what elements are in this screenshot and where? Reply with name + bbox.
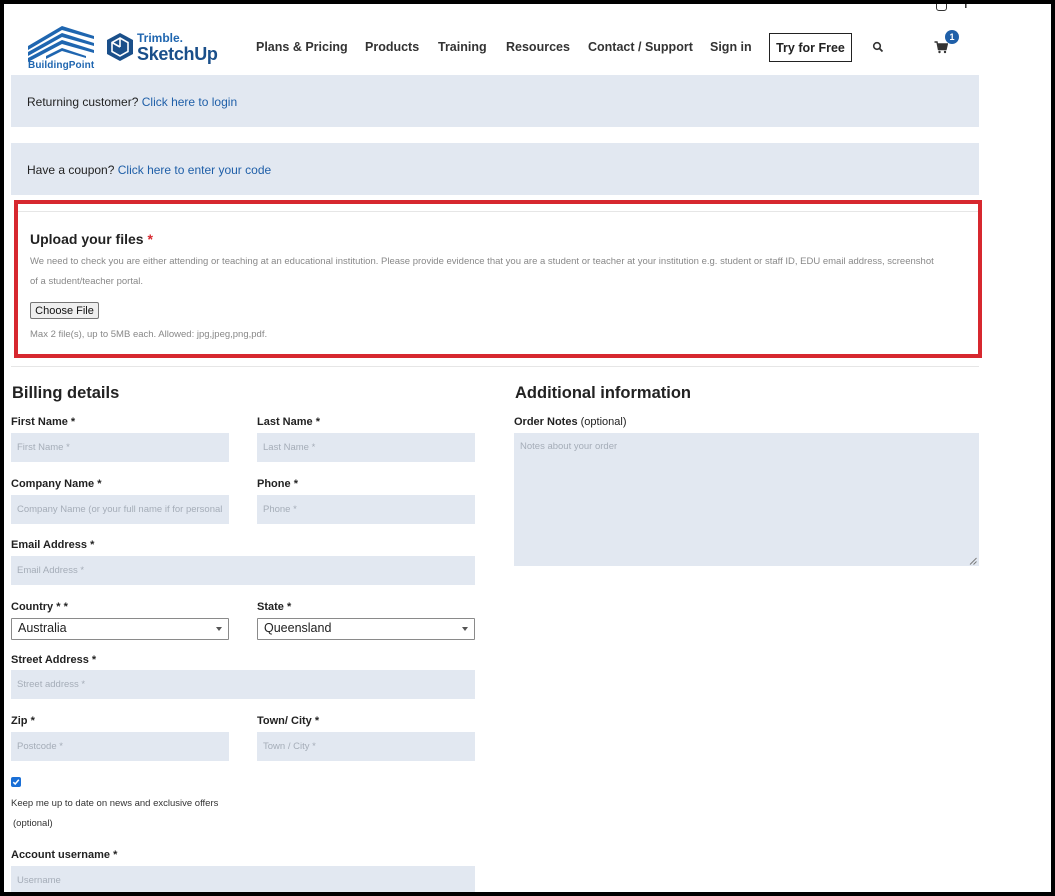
email-label-text: Email Address	[11, 539, 88, 551]
last-name-label: Last Name *	[257, 416, 320, 428]
search-icon[interactable]	[872, 41, 884, 53]
first-name-label-text: First Name	[11, 416, 68, 428]
required-mark: *	[90, 539, 95, 551]
coupon-link[interactable]: Click here to enter your code	[118, 163, 271, 177]
required-mark: *	[97, 478, 102, 490]
coupon-notice: Have a coupon? Click here to enter your …	[11, 143, 979, 195]
required-mark: *	[286, 601, 292, 613]
street-address-input[interactable]	[11, 670, 475, 699]
phone-input[interactable]	[257, 495, 475, 524]
street-address-label-text: Street Address	[11, 654, 89, 666]
required-mark: *	[293, 478, 298, 490]
country-label-text: Country	[11, 601, 54, 613]
facebook-icon[interactable]: f	[964, 4, 968, 11]
upload-title: Upload your files *	[30, 231, 153, 247]
upload-description: We need to check you are either attendin…	[30, 256, 934, 287]
order-notes-label-text: Order Notes	[514, 416, 578, 428]
required-mark: * *	[56, 601, 68, 613]
divider	[18, 211, 978, 212]
nav-resources[interactable]: Resources	[506, 40, 570, 54]
returning-customer-text: Returning customer?	[27, 95, 139, 109]
choose-file-button[interactable]: Choose File	[30, 302, 99, 319]
upload-files-section: Upload your files * We need to check you…	[14, 200, 982, 358]
email-label: Email Address *	[11, 539, 94, 551]
sketchup-wordmark: SketchUp	[137, 44, 218, 64]
checkmark-icon	[12, 779, 20, 786]
required-mark: *	[315, 416, 320, 428]
zip-label: Zip *	[11, 715, 35, 727]
company-name-label-text: Company Name	[11, 478, 95, 490]
country-select-value: Australia	[18, 621, 67, 635]
city-input[interactable]	[257, 732, 475, 761]
buildingpoint-wordmark: BuildingPoint	[28, 60, 95, 71]
nav-plans-pricing[interactable]: Plans & Pricing	[256, 40, 348, 54]
company-name-label: Company Name *	[11, 478, 101, 490]
country-label: Country * *	[11, 601, 68, 613]
nav-products[interactable]: Products	[365, 40, 419, 54]
street-address-label: Street Address *	[11, 654, 96, 666]
last-name-input[interactable]	[257, 433, 475, 462]
username-input[interactable]	[11, 866, 475, 892]
returning-customer-notice: Returning customer? Click here to login	[11, 75, 979, 127]
nav-sign-in[interactable]: Sign in	[710, 40, 752, 54]
chevron-down-icon	[216, 627, 222, 631]
nav-contact-support[interactable]: Contact / Support	[588, 40, 693, 54]
username-label: Account username *	[11, 849, 117, 861]
newsletter-label: Keep me up to date on news and exclusive…	[11, 798, 219, 809]
state-select-value: Queensland	[264, 621, 332, 635]
state-select[interactable]: Queensland	[257, 618, 475, 640]
first-name-input[interactable]	[11, 433, 229, 462]
chevron-down-icon	[462, 627, 468, 631]
upload-title-text: Upload your files	[30, 231, 144, 247]
newsletter-optional: (optional)	[13, 818, 53, 829]
required-mark: *	[30, 715, 35, 727]
first-name-label: First Name *	[11, 416, 75, 428]
last-name-label-text: Last Name	[257, 416, 313, 428]
city-label: Town/ City *	[257, 715, 319, 727]
trimble-wordmark: Trimble.	[137, 31, 184, 45]
instagram-icon[interactable]	[936, 4, 947, 11]
coupon-text: Have a coupon?	[27, 163, 115, 177]
email-input[interactable]	[11, 556, 475, 585]
try-for-free-button[interactable]: Try for Free	[769, 33, 852, 62]
cart-icon[interactable]	[934, 41, 948, 54]
site-header: f BuildingPoint Trimble. SketchUp Plans …	[4, 4, 1051, 76]
zip-label-text: Zip	[11, 715, 28, 727]
divider	[11, 366, 979, 367]
resize-handle-icon[interactable]	[969, 557, 977, 565]
order-notes-textarea[interactable]	[514, 433, 979, 566]
additional-information-title: Additional information	[515, 384, 691, 402]
country-select[interactable]: Australia	[11, 618, 229, 640]
nav-training[interactable]: Training	[438, 40, 487, 54]
optional-mark: (optional)	[580, 416, 627, 428]
order-notes-label: Order Notes (optional)	[514, 416, 627, 428]
login-link[interactable]: Click here to login	[142, 95, 237, 109]
billing-details-title: Billing details	[12, 384, 120, 402]
zip-input[interactable]	[11, 732, 229, 761]
company-name-input[interactable]	[11, 495, 229, 524]
city-label-text: Town/ City	[257, 715, 312, 727]
required-mark: *	[91, 654, 97, 666]
required-mark: *	[147, 231, 153, 247]
state-label: State *	[257, 601, 291, 613]
state-label-text: State	[257, 601, 284, 613]
phone-label-text: Phone	[257, 478, 291, 490]
required-mark: *	[314, 715, 320, 727]
cart-count-badge: 1	[945, 30, 959, 44]
phone-label: Phone *	[257, 478, 298, 490]
required-mark: *	[70, 416, 76, 428]
sketchup-icon	[107, 33, 133, 61]
username-label-text: Account username	[11, 849, 111, 861]
newsletter-checkbox[interactable]	[11, 777, 21, 787]
page-frame: f BuildingPoint Trimble. SketchUp Plans …	[4, 4, 1051, 892]
upload-hint: Max 2 file(s), up to 5MB each. Allowed: …	[30, 329, 268, 340]
required-mark: *	[113, 849, 118, 861]
